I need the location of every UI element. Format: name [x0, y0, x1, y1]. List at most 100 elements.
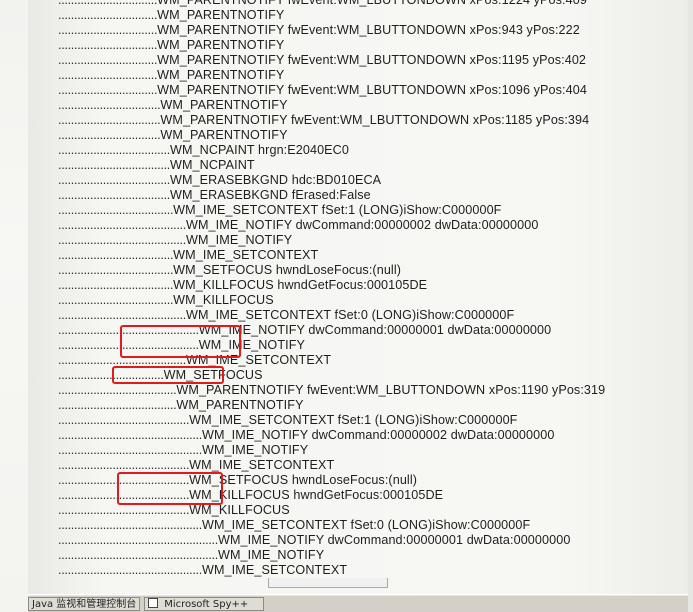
log-message: WM_PARENTNOTIFY fwEvent:WM_LBUTTONDOWN x…	[157, 83, 587, 97]
log-message: WM_IME_NOTIFY dwCommand:00000001 dwData:…	[198, 323, 552, 337]
log-message: WM_IME_SETCONTEXT fSet:0 (LONG)iShow:C00…	[201, 518, 531, 532]
log-line: ........................................…	[58, 503, 290, 517]
log-message: WM_PARENTNOTIFY	[157, 68, 285, 82]
log-line: ...............................WM_PARENT…	[58, 8, 284, 22]
log-line: ................................WM_PAREN…	[58, 98, 288, 112]
log-message: WM_IME_SETCONTEXT	[189, 458, 335, 472]
log-message: WM_NCPAINT hrgn:E2040EC0	[169, 143, 349, 157]
taskbar-item-java-console[interactable]: Java 监视和管理控制台	[28, 597, 140, 611]
taskbar: Java 监视和管理控制台 Microsoft Spy++	[28, 594, 693, 612]
log-line: ....................................WM_K…	[58, 278, 427, 292]
indent-dots: ....................................	[58, 293, 174, 307]
log-line: ....................................WM_I…	[58, 248, 318, 262]
log-message: WM_KILLFOCUS hwndGetFocus:000105DE	[173, 278, 428, 292]
log-message: WM_IME_SETCONTEXT fSet:1 (LONG)iShow:C00…	[173, 203, 502, 217]
spy-log-window: ...............................WM_PARENT…	[28, 0, 688, 600]
log-message: WM_IME_SETCONTEXT	[173, 248, 319, 262]
log-line: ........................................…	[58, 218, 538, 232]
log-message: WM_PARENTNOTIFY fwEvent:WM_LBUTTONDOWN x…	[157, 0, 587, 7]
log-message: WM_KILLFOCUS hwndGetFocus:000105DE	[189, 488, 444, 502]
taskbar-item-spy[interactable]: Microsoft Spy++	[144, 597, 264, 611]
indent-dots: ................................	[58, 98, 161, 112]
spy-window-icon	[148, 598, 158, 608]
indent-dots: .....................................	[58, 398, 177, 412]
log-line: ........................................…	[58, 548, 324, 562]
indent-dots: ........................................…	[58, 548, 218, 562]
log-message: WM_IME_NOTIFY	[217, 548, 325, 562]
taskbar-item-label: Java 监视和管理控制台	[32, 599, 137, 610]
log-message: WM_IME_NOTIFY dwCommand:00000002 dwData:…	[201, 428, 555, 442]
log-line: ...............................WM_PARENT…	[58, 53, 586, 67]
indent-dots: ...................................	[58, 173, 170, 187]
log-message: WM_PARENTNOTIFY	[160, 128, 288, 142]
log-message: WM_IME_NOTIFY dwCommand:00000002 dwData:…	[185, 218, 539, 232]
horizontal-scrollbar[interactable]	[268, 578, 388, 588]
log-message: WM_PARENTNOTIFY fwEvent:WM_LBUTTONDOWN x…	[157, 53, 587, 67]
log-message: WM_NCPAINT	[169, 158, 255, 172]
log-line: ....................................WM_S…	[58, 263, 401, 277]
log-line: ...................................WM_ER…	[58, 188, 371, 202]
indent-dots: ........................................	[58, 308, 186, 322]
log-line: ........................................…	[58, 413, 517, 427]
log-message: WM_PARENTNOTIFY	[157, 8, 285, 22]
indent-dots: ...................................	[58, 143, 170, 157]
log-line: ...............................WM_PARENT…	[58, 23, 580, 37]
log-line: ........................................…	[58, 458, 334, 472]
indent-dots: ........................................…	[58, 503, 190, 517]
indent-dots: ...............................	[58, 23, 158, 37]
photo-of-monitor: ...............................WM_PARENT…	[0, 0, 693, 612]
log-message: WM_SETFOCUS hwndLoseFocus:(null)	[189, 473, 418, 487]
indent-dots: ...................................	[58, 188, 170, 202]
indent-dots: ...............................	[58, 53, 158, 67]
indent-dots: ........................................…	[58, 533, 218, 547]
log-message: WM_IME_NOTIFY dwCommand:00000001 dwData:…	[217, 533, 571, 547]
taskbar-item-label: Microsoft Spy++	[164, 599, 249, 610]
indent-dots: ................................	[58, 113, 161, 127]
log-message: WM_PARENTNOTIFY fwEvent:WM_LBUTTONDOWN x…	[157, 23, 580, 37]
log-line: ....................................WM_K…	[58, 293, 274, 307]
indent-dots: ........................................…	[58, 428, 202, 442]
log-message: WM_KILLFOCUS	[173, 293, 274, 307]
log-line: ...............................WM_PARENT…	[58, 38, 284, 52]
log-line: ................................WM_PAREN…	[58, 113, 589, 127]
indent-dots: ....................................	[58, 203, 174, 217]
log-line: ........................................…	[58, 443, 308, 457]
indent-dots: .....................................	[58, 383, 177, 397]
indent-dots: ....................................	[58, 278, 174, 292]
log-line: ................................WM_PAREN…	[58, 128, 288, 142]
indent-dots: ........................................…	[58, 413, 190, 427]
highlight-setfocus	[112, 366, 224, 384]
log-message: WM_PARENTNOTIFY	[157, 38, 285, 52]
log-message: WM_PARENTNOTIFY	[160, 98, 288, 112]
photo-edge	[688, 0, 693, 612]
indent-dots: ...................................	[58, 158, 170, 172]
indent-dots: ........................................…	[58, 458, 190, 472]
log-line: ...................................WM_NC…	[58, 158, 255, 172]
log-message: WM_ERASEBKGND fErased:False	[169, 188, 371, 202]
log-line: ........................................…	[58, 473, 417, 487]
indent-dots: ........................................…	[58, 518, 202, 532]
log-message: WM_IME_SETCONTEXT fSet:0 (LONG)iShow:C00…	[185, 308, 515, 322]
log-message: WM_IME_SETCONTEXT	[201, 563, 348, 577]
indent-dots: ........................................	[58, 218, 186, 232]
indent-dots: ........................................	[58, 233, 186, 247]
indent-dots: ................................	[58, 128, 161, 142]
log-message: WM_ERASEBKGND hdc:BD010ECA	[169, 173, 382, 187]
log-line: ........................................…	[58, 308, 514, 322]
highlight-killfocus-pair	[117, 472, 223, 505]
indent-dots: ....................................	[58, 248, 174, 262]
log-line: ...............................WM_PARENT…	[58, 68, 284, 82]
indent-dots: ........................................…	[58, 443, 202, 457]
log-line: ........................................…	[58, 428, 554, 442]
log-line: ........................................…	[58, 518, 530, 532]
log-message: WM_PARENTNOTIFY fwEvent:WM_LBUTTONDOWN x…	[160, 113, 590, 127]
indent-dots: ...............................	[58, 38, 158, 52]
indent-dots: ........................................…	[58, 563, 202, 577]
log-line: ........................................…	[58, 533, 570, 547]
log-message: WM_IME_NOTIFY	[201, 443, 309, 457]
highlight-ime-notify-pair	[120, 325, 241, 358]
log-line: ...................................WM_NC…	[58, 143, 349, 157]
log-line: ........................................…	[58, 563, 347, 577]
indent-dots: ...............................	[58, 8, 158, 22]
indent-dots: ...............................	[58, 0, 158, 7]
